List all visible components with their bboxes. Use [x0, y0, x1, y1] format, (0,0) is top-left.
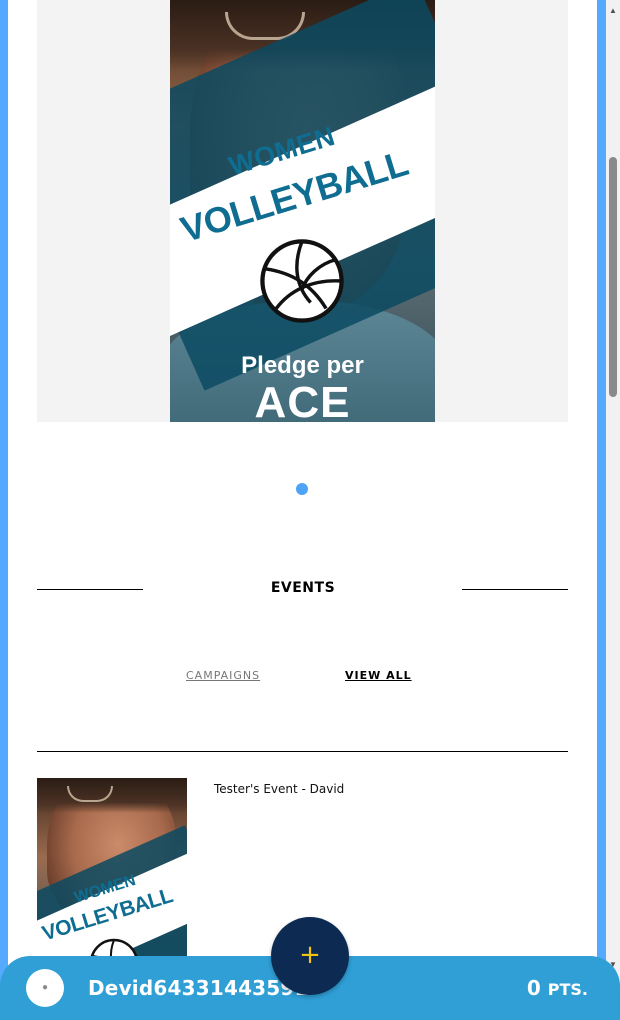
banner-poster[interactable]: WOMEN VOLLEYBALL Pledge per ACE: [170, 0, 435, 422]
section-divider-right: [462, 589, 568, 590]
thumb-hair: [37, 778, 187, 813]
user-icon: ●: [41, 982, 49, 993]
events-section-title: EVENTS: [270, 580, 336, 596]
right-frame-border: [597, 0, 606, 1020]
event-title-link[interactable]: Tester's Event - David: [214, 782, 344, 796]
volleyball-icon: [260, 239, 344, 323]
scrollbar[interactable]: ▲ ▼: [606, 0, 620, 1020]
poster-pledge-text: Pledge per: [241, 352, 364, 379]
scrollbar-thumb[interactable]: [609, 157, 617, 397]
view-all-link[interactable]: VIEW ALL: [345, 669, 412, 682]
scroll-up-arrow-icon[interactable]: ▲: [606, 6, 620, 16]
left-frame-border: [0, 0, 8, 1020]
section-divider-left: [37, 589, 143, 590]
points-value: 0: [526, 976, 541, 1000]
poster-ace-text: ACE: [254, 378, 351, 422]
campaigns-link[interactable]: CAMPAIGNS: [186, 669, 260, 682]
plus-icon: +: [299, 940, 321, 970]
add-button[interactable]: +: [271, 917, 349, 995]
page-content: WOMEN VOLLEYBALL Pledge per ACE EVENTS C…: [8, 0, 597, 1020]
carousel-indicator-dot[interactable]: [296, 483, 308, 495]
points-unit: PTS.: [547, 980, 588, 999]
event-thumbnail[interactable]: WOMEN VOLLEYBALL: [37, 778, 187, 978]
avatar[interactable]: ●: [26, 969, 64, 1007]
points-display: 0 PTS.: [527, 976, 588, 1000]
events-divider: [37, 751, 568, 752]
banner-carousel[interactable]: WOMEN VOLLEYBALL Pledge per ACE: [37, 0, 568, 422]
